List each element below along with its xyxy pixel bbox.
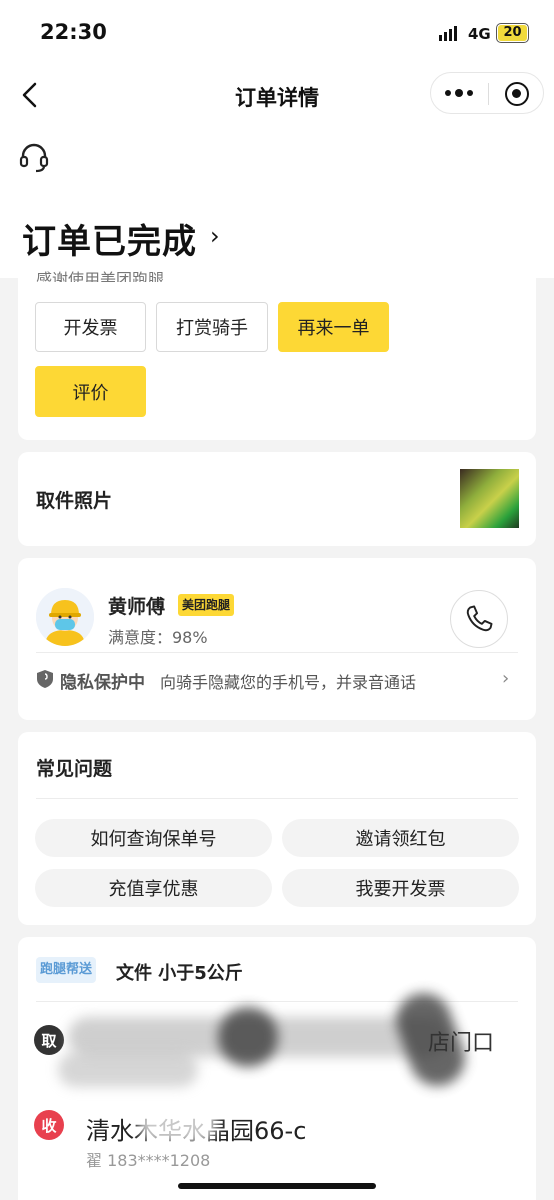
review-button[interactable]: 评价 <box>35 366 146 417</box>
privacy-description[interactable]: 向骑手隐藏您的手机号，并录音通话 <box>160 669 416 693</box>
customer-service-icon[interactable] <box>18 142 50 174</box>
network-label: 4G <box>468 25 491 43</box>
faq-divider <box>36 798 518 799</box>
close-program-icon[interactable] <box>505 82 529 106</box>
capsule-divider <box>488 83 489 105</box>
item-info: 文件 小于5公斤 <box>116 963 243 984</box>
pickup-photo-title: 取件照片 <box>36 490 113 512</box>
pickup-photo-thumbnail[interactable] <box>460 469 519 528</box>
tip-rider-button[interactable]: 打赏骑手 <box>156 302 268 352</box>
thanks-text: 感谢使用美团跑腿 <box>36 270 165 282</box>
receive-contact: 翟 183****1208 <box>86 1151 211 1170</box>
delivery-card: 跑腿帮送 文件 小于5公斤 取 店门口 收 清水木华水晶园66-c 翟 183*… <box>18 937 536 1200</box>
chevron-right-icon[interactable]: › <box>210 222 220 250</box>
status-bar: 22:30 4G 20 <box>0 0 554 66</box>
rider-satisfaction: 满意度：98% <box>108 628 208 647</box>
faq-item[interactable]: 如何查询保单号 <box>35 819 272 857</box>
service-type-badge: 跑腿帮送 <box>36 957 97 983</box>
reorder-button[interactable]: 再来一单 <box>278 302 389 352</box>
faq-title: 常见问题 <box>36 758 113 780</box>
delivery-divider <box>36 1001 518 1002</box>
rider-card: 黄师傅 美团跑腿 满意度：98% 隐私保护中 向骑手隐藏您的手机号，并录音通话 … <box>18 558 536 720</box>
nav-bar: 订单详情 <box>0 66 554 126</box>
faq-card: 常见问题 如何查询保单号 邀请领红包 充值享优惠 我要开发票 <box>18 732 536 925</box>
mini-program-capsule <box>430 72 544 114</box>
receive-badge: 收 <box>34 1110 64 1140</box>
receive-address-redaction <box>138 1105 218 1143</box>
pickup-badge: 取 <box>34 1025 64 1055</box>
brand-badge: 美团跑腿 <box>178 594 235 616</box>
more-icon[interactable] <box>445 86 473 100</box>
rider-name: 黄师傅 <box>108 596 166 618</box>
battery-level: 20 <box>498 25 527 41</box>
home-indicator <box>178 1183 376 1189</box>
chevron-right-icon[interactable]: › <box>502 668 509 689</box>
privacy-title: 隐私保护中 <box>60 673 145 693</box>
rider-divider <box>36 652 518 653</box>
faq-item[interactable]: 邀请领红包 <box>282 819 519 857</box>
order-header: 订单已完成 › <box>0 126 554 278</box>
status-time: 22:30 <box>40 20 107 44</box>
battery-icon: 20 <box>496 23 529 43</box>
phone-call-icon[interactable] <box>450 590 508 648</box>
redaction-mark <box>58 1052 198 1087</box>
invoice-button[interactable]: 开发票 <box>35 302 146 352</box>
faq-item[interactable]: 我要开发票 <box>282 869 519 907</box>
order-actions-card: 感谢使用美团跑腿 开发票 打赏骑手 再来一单 评价 <box>18 258 536 440</box>
pickup-photo-card[interactable]: 取件照片 <box>18 452 536 546</box>
order-status-title[interactable]: 订单已完成 <box>22 214 197 263</box>
faq-item[interactable]: 充值享优惠 <box>35 869 272 907</box>
pickup-address-suffix: 店门口 <box>428 1031 495 1056</box>
signal-icon <box>439 26 457 41</box>
rider-avatar <box>36 588 94 646</box>
redaction-mark <box>218 1007 278 1067</box>
shield-icon <box>37 670 53 688</box>
